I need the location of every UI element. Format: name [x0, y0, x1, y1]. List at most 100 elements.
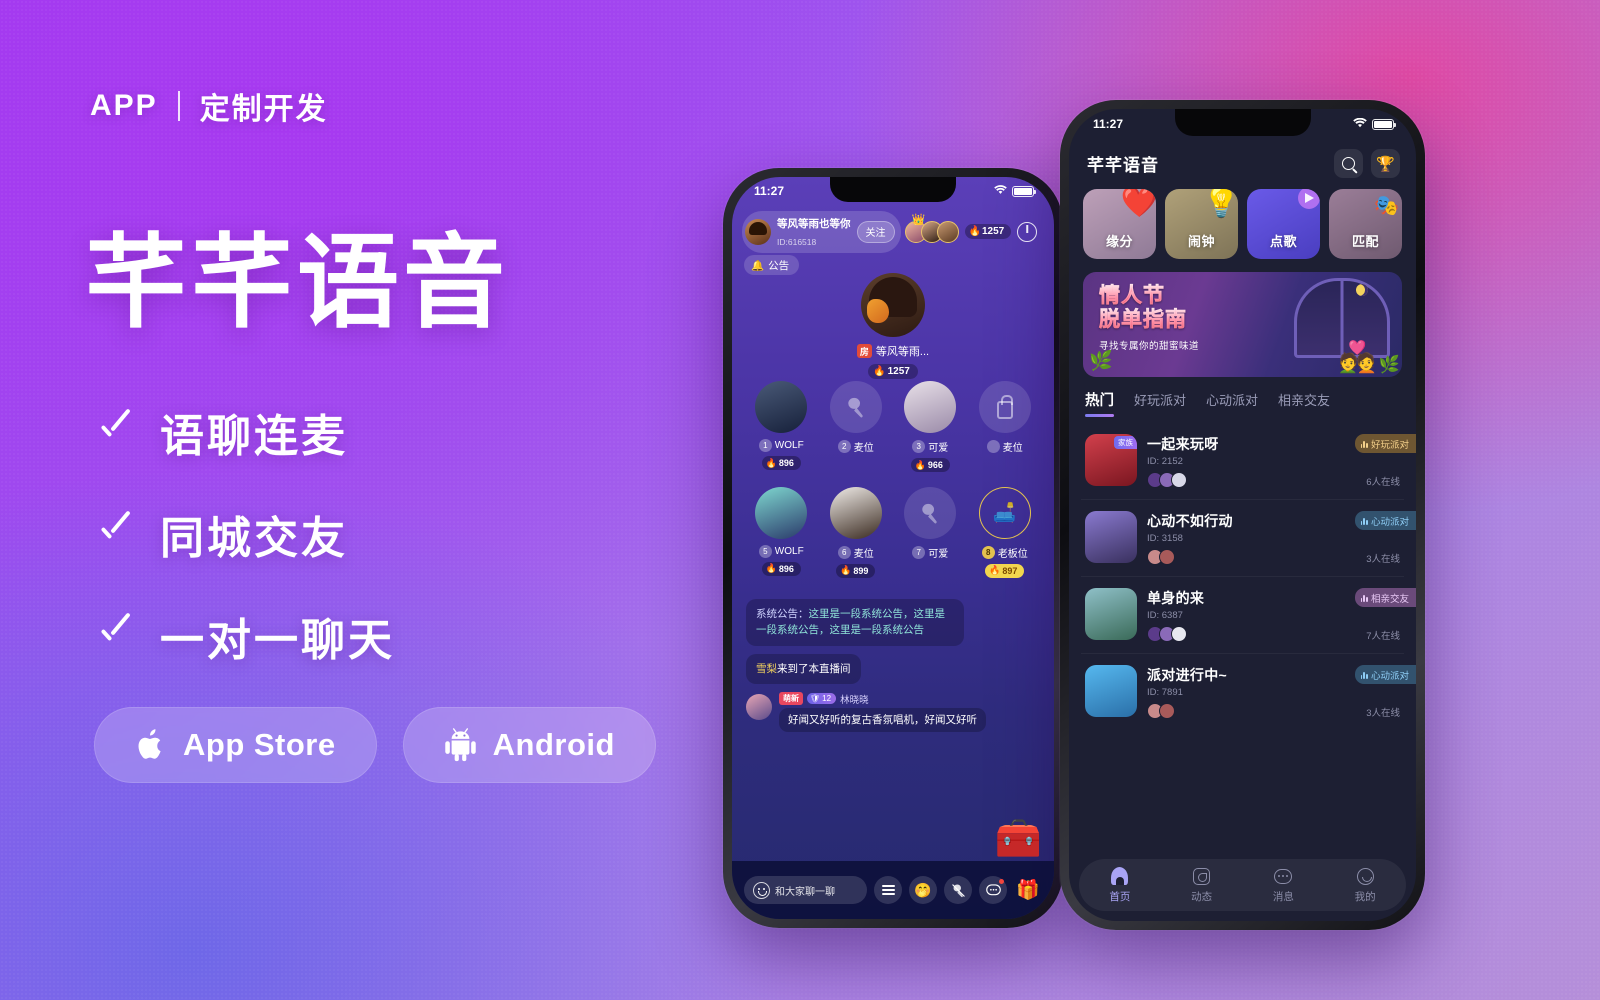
smile-icon: [753, 881, 770, 899]
tabbar-item-profile[interactable]: 我的: [1324, 866, 1406, 904]
treasure-chest-icon[interactable]: 🧰: [995, 817, 1042, 861]
status-badge: 好玩派对: [1354, 434, 1416, 453]
list-item[interactable]: 家族 一起来玩呀 ID: 2152 好玩派对 6人在线: [1081, 423, 1416, 500]
room-thumbnail: 家族: [1085, 434, 1137, 486]
tab-fun-party[interactable]: 好玩派对: [1134, 390, 1186, 416]
mic-seat[interactable]: 5 WOLF 🔥 896: [744, 486, 819, 579]
badge-label: 心动派对: [1370, 516, 1409, 528]
seat-hot-count: 896: [778, 458, 794, 468]
room-member-faces: [1147, 626, 1316, 642]
seat-empty[interactable]: [829, 381, 882, 433]
say-placeholder: 和大家聊一聊: [775, 886, 835, 898]
seat-locked[interactable]: [978, 381, 1031, 433]
room-owner-avatar: [745, 218, 771, 245]
room-notice-button[interactable]: 🔔 公告: [744, 255, 800, 275]
room-id: ID: 6387: [1147, 610, 1183, 621]
emoji-icon[interactable]: 🤭: [909, 876, 937, 904]
check-icon: [96, 515, 134, 553]
chat-message-list[interactable]: 系统公告：这里是一段系统公告，这里是一段系统公告，这里是一段系统公告 雪梨来到了…: [746, 599, 1040, 732]
banner-line2: 脱单指南: [1099, 307, 1199, 332]
bars-icon: [1360, 517, 1368, 525]
microphone-icon: [845, 396, 867, 418]
status-badge: 相亲交友: [1354, 588, 1416, 607]
mic-seat[interactable]: 6 麦位 🔥 899: [819, 486, 894, 579]
mic-seat[interactable]: 7 可爱: [893, 486, 968, 579]
room-hot-value: 🔥 1257: [964, 224, 1012, 240]
check-icon: [96, 413, 134, 451]
crown-icon: 👑: [911, 213, 926, 226]
tab-dating[interactable]: 相亲交友: [1278, 390, 1330, 416]
kicker-divider: [177, 91, 180, 121]
seat-avatar[interactable]: [755, 381, 808, 433]
list-item[interactable]: 单身的来 ID: 6387 相亲交友 7人在线: [1081, 577, 1416, 654]
search-icon[interactable]: [1334, 149, 1363, 178]
android-button[interactable]: Android: [402, 707, 656, 783]
nav-card-song[interactable]: 点歌: [1247, 189, 1320, 259]
message-icon[interactable]: [979, 876, 1007, 904]
host-badge: 房: [856, 344, 872, 358]
say-something-input[interactable]: 和大家聊一聊: [744, 876, 867, 904]
banner-text: 情人节 脱单指南 寻找专属你的甜蜜味道: [1099, 284, 1199, 352]
room-member-avatars[interactable]: 👑: [904, 214, 959, 243]
mic-seat-grid: 1 WOLF 🔥 896 2 麦位 3 可爱 🔥 966 麦位 5 WOLF 🔥…: [744, 381, 1042, 578]
tabbar-label: 消息: [1272, 891, 1294, 903]
kicker-right: 定制开发: [199, 93, 328, 126]
kicker-left: APP: [90, 89, 158, 122]
battery-icon: [1012, 185, 1036, 197]
fire-icon: 🔥: [914, 459, 926, 470]
message-text: 好闻又好听的复古香氛唱机，好闻又好听: [779, 707, 986, 732]
nav-card-match[interactable]: 🎭 匹配: [1329, 189, 1402, 259]
mic-seat-boss[interactable]: 🛋️ 8 老板位 🔥 897: [968, 486, 1043, 579]
shield-icon: 🛡: [810, 694, 821, 704]
mic-seat[interactable]: 3 可爱 🔥 966: [893, 381, 968, 473]
seat-avatar[interactable]: [755, 486, 808, 539]
list-item[interactable]: 心动不如行动 ID: 3158 心动派对 3人在线: [1081, 500, 1416, 577]
nav-card-label: 闹钟: [1187, 234, 1215, 249]
follow-button[interactable]: 关注: [856, 220, 895, 243]
wifi-icon: [994, 184, 1007, 198]
room-thumbnail: [1085, 588, 1137, 640]
feature-item: 一对一聊天: [96, 604, 395, 668]
app-title: 芊芊语音: [1087, 156, 1159, 175]
tab-heart-party[interactable]: 心动派对: [1206, 390, 1258, 416]
host-avatar[interactable]: [861, 273, 925, 337]
seat-avatar[interactable]: [904, 381, 957, 433]
trophy-icon[interactable]: 🏆: [1371, 149, 1400, 178]
seat-number: 6: [837, 545, 851, 559]
seat-hot-count: 899: [853, 565, 869, 576]
app-store-button[interactable]: App Store: [94, 707, 377, 783]
tabbar-item-moments[interactable]: 动态: [1161, 866, 1243, 904]
avatar[interactable]: [746, 693, 772, 720]
seat-avatar[interactable]: [829, 486, 882, 539]
tabbar-item-messages[interactable]: 消息: [1243, 866, 1325, 904]
apple-icon: [135, 726, 167, 764]
nav-card-yuanfen[interactable]: ❤️ 缘分: [1083, 189, 1156, 259]
nav-card-label: 点歌: [1269, 234, 1297, 249]
badge-label: 相亲交友: [1370, 593, 1409, 605]
nav-card-label: 匹配: [1351, 234, 1379, 249]
power-icon[interactable]: [1017, 221, 1038, 242]
seat-boss[interactable]: 🛋️: [978, 486, 1031, 539]
notice-label: 公告: [768, 259, 790, 272]
list-item[interactable]: 派对进行中~ ID: 7891 心动派对 3人在线: [1081, 654, 1416, 730]
seat-empty[interactable]: [904, 486, 957, 539]
mic-off-icon[interactable]: [944, 876, 972, 904]
menu-icon[interactable]: [874, 876, 902, 904]
mic-seat[interactable]: 麦位: [968, 381, 1043, 473]
seat-label: 麦位: [853, 548, 874, 560]
mic-seat[interactable]: 2 麦位: [819, 381, 894, 473]
tab-hot[interactable]: 热门: [1085, 389, 1114, 417]
nav-card-alarm[interactable]: 💡 闹钟: [1165, 189, 1238, 259]
promo-banner[interactable]: 💑 🌿 🌿 情人节 脱单指南 寻找专属你的甜蜜味道: [1083, 272, 1402, 377]
bars-icon: [1360, 594, 1368, 602]
gift-icon[interactable]: 🎁: [1014, 876, 1042, 904]
mic-seat[interactable]: 1 WOLF 🔥 896: [744, 381, 819, 473]
sofa-icon: 🛋️: [992, 502, 1017, 524]
room-member-faces: [1147, 472, 1316, 488]
room-info-chip[interactable]: 等风等雨也等你 ID:616518 关注: [742, 211, 901, 253]
android-label: Android: [492, 727, 615, 762]
seat-number: 5: [758, 544, 772, 558]
seat-number: 8: [981, 545, 995, 559]
banner-subtitle: 寻找专属你的甜蜜味道: [1099, 341, 1200, 353]
tabbar-item-home[interactable]: 首页: [1079, 866, 1161, 904]
